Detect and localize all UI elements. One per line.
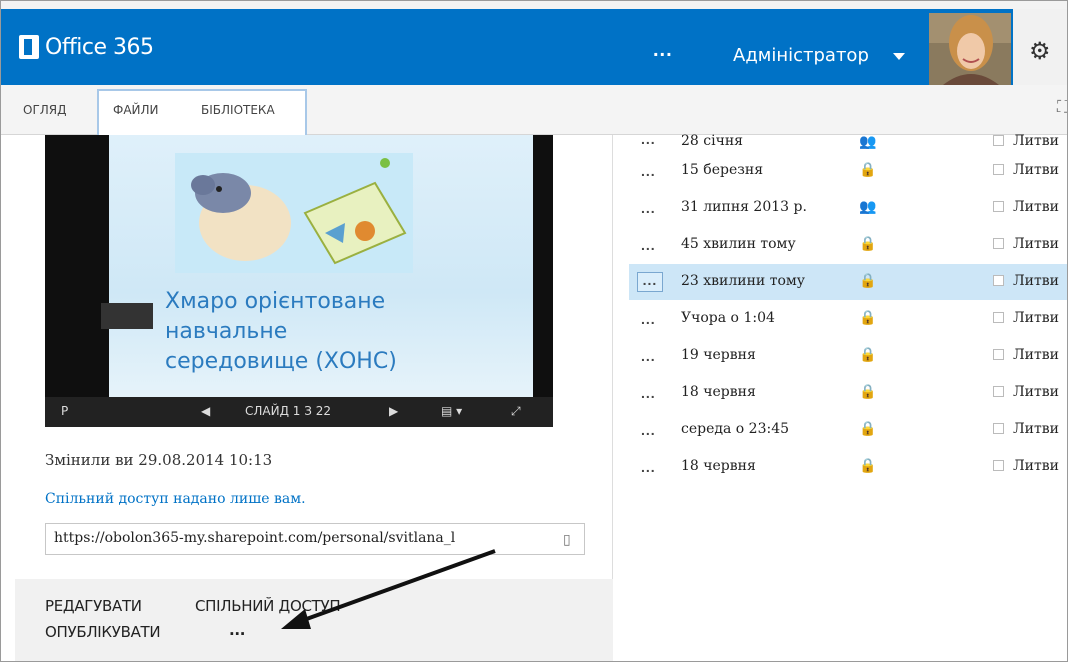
list-item-selected[interactable]: ... 23 хвилини тому 🔒 Литви (629, 264, 1067, 300)
modified-date: 28 січня (681, 133, 744, 149)
fullscreen-icon[interactable]: ⤢ (511, 404, 521, 419)
owner-name: Литви (1013, 199, 1059, 215)
modified-date: 18 червня (681, 458, 756, 474)
row-checkbox[interactable] (993, 201, 1004, 212)
row-checkbox[interactable] (993, 135, 1004, 146)
lock-icon: 🔒 (859, 346, 877, 362)
row-checkbox[interactable] (993, 164, 1004, 175)
lock-icon: 🔒 (859, 420, 877, 436)
list-item[interactable]: ... 18 червня 🔒 Литви (629, 375, 1067, 411)
row-menu-button[interactable]: ... (641, 459, 656, 475)
row-menu-button[interactable]: ... (641, 311, 656, 327)
focus-icon[interactable]: ⛶ (1057, 99, 1067, 117)
modified-date: 18 червня (681, 384, 756, 400)
header-more-button[interactable]: ... (653, 39, 673, 62)
owner-name: Литви (1013, 133, 1059, 149)
row-menu-button[interactable]: ... (641, 422, 656, 438)
user-menu[interactable]: Адміністратор (733, 45, 869, 66)
list-item[interactable]: ... середа о 23:45 🔒 Литви (629, 412, 1067, 448)
owner-name: Литви (1013, 310, 1059, 326)
office-logo[interactable]: Office 365 (19, 34, 154, 60)
modified-date: 31 липня 2013 р. (681, 199, 807, 215)
office-logo-icon (19, 35, 39, 59)
chevron-down-icon[interactable] (893, 53, 905, 60)
tab-files[interactable]: ФАЙЛИ (113, 103, 159, 117)
row-menu-button[interactable]: ... (641, 131, 656, 147)
suite-header: Office 365 ... Адміністратор (1, 9, 1067, 85)
owner-name: Литви (1013, 458, 1059, 474)
owner-name: Литви (1013, 347, 1059, 363)
owner-name: Литви (1013, 273, 1059, 289)
previous-slide-button[interactable]: ◀ (201, 404, 210, 418)
file-url-field[interactable]: https://obolon365-my.sharepoint.com/pers… (45, 523, 585, 555)
row-menu-button[interactable]: ... (641, 385, 656, 401)
modified-date: 15 березня (681, 162, 764, 178)
gear-icon[interactable]: ⚙ (1029, 37, 1051, 65)
more-actions-button[interactable]: ... (229, 621, 246, 639)
edit-button[interactable]: РЕДАГУВАТИ (45, 597, 142, 615)
list-item[interactable]: ... 18 червня 🔒 Литви (629, 449, 1067, 485)
document-preview[interactable]: Хмаро орієнтоване навчальне середовище (… (45, 135, 553, 427)
row-checkbox[interactable] (993, 423, 1004, 434)
owner-name: Литви (1013, 236, 1059, 252)
owner-name: Литви (1013, 384, 1059, 400)
top-strip (1, 1, 1067, 9)
notes-menu-button[interactable]: ▤ ▾ (441, 404, 462, 418)
owner-name: Литви (1013, 162, 1059, 178)
list-item[interactable]: ... 31 липня 2013 р. 👥 Литви (629, 190, 1067, 226)
row-menu-button[interactable]: ... (641, 237, 656, 253)
viewer-controls: P ◀ СЛАЙД 1 З 22 ▶ ▤ ▾ ⤢ (45, 397, 553, 427)
share-button[interactable]: СПІЛЬНИЙ ДОСТУП (195, 597, 341, 615)
modified-date: Учора о 1:04 (681, 310, 775, 326)
owner-name: Литви (1013, 421, 1059, 437)
lock-icon: 🔒 (859, 161, 877, 177)
settings-area: ⚙ (1013, 9, 1067, 85)
lock-icon: 🔒 (859, 457, 877, 473)
modified-date: середа о 23:45 (681, 421, 790, 437)
row-checkbox[interactable] (993, 349, 1004, 360)
row-checkbox[interactable] (993, 238, 1004, 249)
modified-info: Змінили ви 29.08.2014 10:13 (45, 451, 273, 469)
lock-icon: 🔒 (859, 309, 877, 325)
callout-pointer (613, 273, 623, 293)
list-item[interactable]: ... 45 хвилин тому 🔒 Литви (629, 227, 1067, 263)
row-menu-button[interactable]: ... (637, 272, 663, 292)
lock-icon: 🔒 (859, 383, 877, 399)
list-item[interactable]: ... 19 червня 🔒 Литви (629, 338, 1067, 374)
shared-icon: 👥 (859, 133, 877, 149)
modified-date: 19 червня (681, 347, 756, 363)
row-menu-button[interactable]: ... (641, 200, 656, 216)
slide-counter: СЛАЙД 1 З 22 (245, 404, 332, 418)
publish-button[interactable]: ОПУБЛІКУВАТИ (45, 623, 161, 641)
tab-library[interactable]: БІБЛІОТЕКА (201, 103, 275, 117)
next-slide-button[interactable]: ▶ (389, 404, 398, 418)
tab-browse[interactable]: ОГЛЯД (23, 103, 67, 117)
modified-date: 23 хвилини тому (681, 273, 806, 289)
slide-illustration (175, 153, 413, 273)
app-title: Office 365 (45, 34, 154, 60)
row-menu-button[interactable]: ... (641, 163, 656, 179)
callout-actions-area (15, 579, 613, 661)
slide-preview: Хмаро орієнтоване навчальне середовище (… (109, 135, 533, 397)
modified-date: 45 хвилин тому (681, 236, 796, 252)
window: Office 365 ... Адміністратор ⚙ ОГЛЯД ФАЙ… (0, 0, 1068, 662)
avatar[interactable] (929, 13, 1011, 85)
row-checkbox[interactable] (993, 312, 1004, 323)
slide-title: Хмаро орієнтоване навчальне середовище (… (165, 289, 397, 374)
shared-icon: 👥 (859, 198, 877, 214)
slide-marker-icon (101, 303, 153, 329)
ribbon-tabs: ОГЛЯД ФАЙЛИ БІБЛІОТЕКА ⛶ (1, 85, 1067, 135)
sharing-status-link[interactable]: Спільний доступ надано лише вам. (45, 491, 306, 507)
row-menu-button[interactable]: ... (641, 348, 656, 364)
lock-icon: 🔒 (859, 235, 877, 251)
row-checkbox[interactable] (993, 386, 1004, 397)
row-checkbox[interactable] (993, 460, 1004, 471)
list-item[interactable]: ... 15 березня 🔒 Литви (629, 153, 1067, 189)
copy-link-icon[interactable]: ▯ (563, 531, 571, 548)
row-checkbox[interactable] (993, 275, 1004, 286)
powerpoint-icon: P (61, 404, 69, 418)
list-item[interactable]: ... Учора о 1:04 🔒 Литви (629, 301, 1067, 337)
lock-icon: 🔒 (859, 272, 877, 288)
